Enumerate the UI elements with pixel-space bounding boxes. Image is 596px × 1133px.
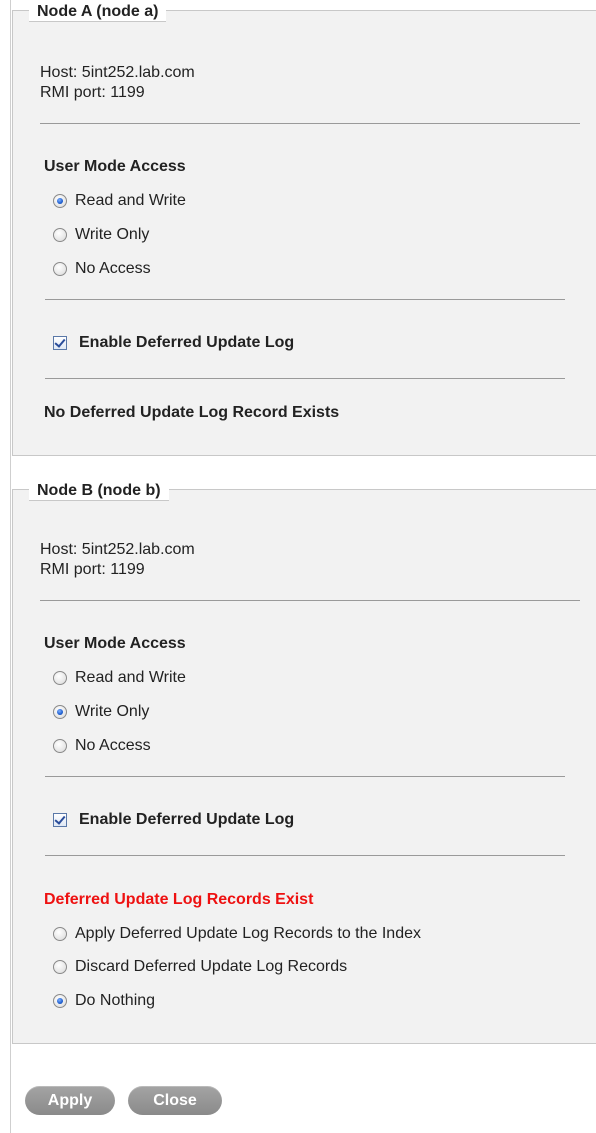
radio-unselected-icon[interactable]	[53, 927, 67, 941]
node-a-rmi-port: RMI port: 1199	[40, 84, 145, 101]
node-b-title: Node B (node b)	[29, 481, 169, 501]
divider	[45, 299, 565, 300]
divider	[40, 600, 580, 601]
node-a-host: Host: 5int252.lab.com	[40, 64, 195, 81]
node-b-log-action-apply[interactable]: Apply Deferred Update Log Records to the…	[53, 924, 421, 944]
checkbox-label: Enable Deferred Update Log	[79, 811, 295, 828]
node-a-access-no-access[interactable]: No Access	[53, 259, 151, 279]
close-button[interactable]: Close	[128, 1086, 222, 1115]
radio-unselected-icon[interactable]	[53, 739, 67, 753]
radio-label: Do Nothing	[75, 992, 156, 1009]
node-b-log-action-do-nothing[interactable]: Do Nothing	[53, 991, 155, 1011]
apply-button[interactable]: Apply	[25, 1086, 115, 1115]
node-b-panel: Node B (node b) Host: 5int252.lab.com RM…	[12, 481, 596, 1044]
radio-unselected-icon[interactable]	[53, 228, 67, 242]
node-b-enable-deferred-log[interactable]: Enable Deferred Update Log	[53, 810, 294, 830]
checkbox-checked-icon[interactable]	[53, 813, 67, 827]
radio-label: Write Only	[75, 703, 150, 720]
node-a-panel: Node A (node a) Host: 5int252.lab.com RM…	[12, 2, 596, 456]
divider	[45, 855, 565, 856]
divider	[45, 776, 565, 777]
checkbox-checked-icon[interactable]	[53, 336, 67, 350]
radio-unselected-icon[interactable]	[53, 262, 67, 276]
radio-unselected-icon[interactable]	[53, 960, 67, 974]
radio-selected-icon[interactable]	[53, 194, 67, 208]
node-b-host: Host: 5int252.lab.com	[40, 541, 195, 558]
node-b-access-write-only[interactable]: Write Only	[53, 702, 149, 722]
page-left-rule	[10, 0, 11, 1133]
node-b-access-no-access[interactable]: No Access	[53, 736, 151, 756]
checkbox-label: Enable Deferred Update Log	[79, 334, 295, 351]
node-a-enable-deferred-log[interactable]: Enable Deferred Update Log	[53, 333, 294, 353]
node-b-log-status: Deferred Update Log Records Exist	[44, 891, 314, 908]
radio-selected-icon[interactable]	[53, 994, 67, 1008]
radio-unselected-icon[interactable]	[53, 671, 67, 685]
node-b-rmi-port: RMI port: 1199	[40, 561, 145, 578]
radio-label: Write Only	[75, 226, 150, 243]
radio-label: Apply Deferred Update Log Records to the…	[75, 925, 421, 942]
node-b-log-action-discard[interactable]: Discard Deferred Update Log Records	[53, 957, 347, 977]
node-a-access-write-only[interactable]: Write Only	[53, 225, 149, 245]
radio-label: Read and Write	[75, 669, 186, 686]
radio-label: No Access	[75, 737, 151, 754]
radio-label: Discard Deferred Update Log Records	[75, 958, 348, 975]
radio-label: No Access	[75, 260, 151, 277]
node-a-access-read-write[interactable]: Read and Write	[53, 191, 186, 211]
node-a-log-status: No Deferred Update Log Record Exists	[44, 404, 340, 421]
node-a-title: Node A (node a)	[29, 2, 167, 22]
divider	[40, 123, 580, 124]
node-b-user-mode-title: User Mode Access	[44, 635, 186, 652]
divider	[45, 378, 565, 379]
radio-selected-icon[interactable]	[53, 705, 67, 719]
radio-label: Read and Write	[75, 192, 186, 209]
node-b-access-read-write[interactable]: Read and Write	[53, 668, 186, 688]
node-a-user-mode-title: User Mode Access	[44, 158, 186, 175]
